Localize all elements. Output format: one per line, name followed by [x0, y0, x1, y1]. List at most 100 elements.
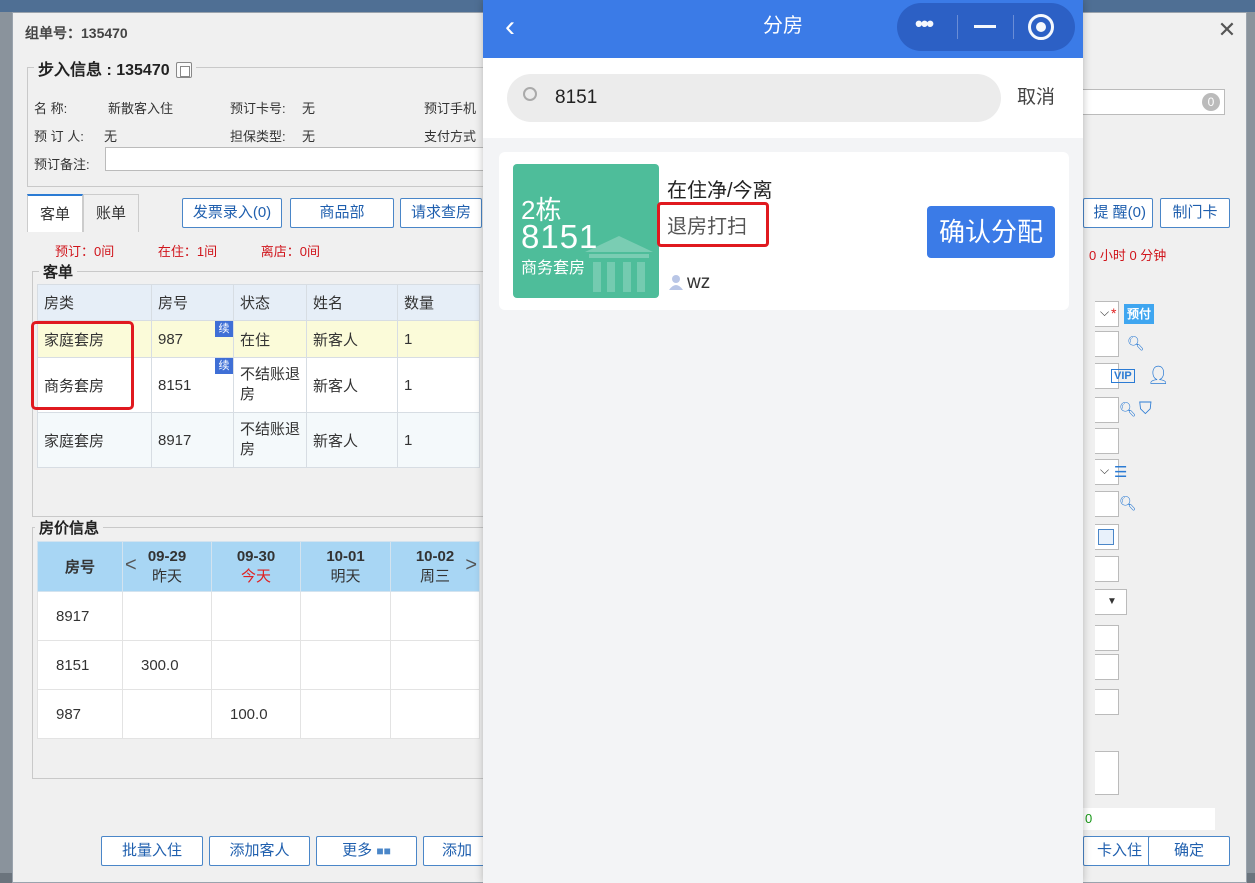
text-field[interactable] [1095, 625, 1119, 651]
tab-bill[interactable]: 账单 [83, 194, 139, 232]
price-panel-legend: 房价信息 [35, 517, 104, 538]
reminder-button[interactable]: 提 醒(0) [1083, 198, 1153, 228]
room-no-text: 987 [158, 330, 184, 348]
add-booking-button[interactable]: 添加预 [423, 836, 485, 866]
add-guest-button[interactable]: 添加客人 [209, 836, 310, 866]
building-icon [585, 236, 653, 292]
textarea-field[interactable] [1095, 751, 1119, 795]
price-row[interactable]: 987 100.0 [37, 689, 480, 739]
search-value: 8151 [555, 87, 598, 108]
room-type: 商务套房 [521, 260, 586, 277]
header-room-no: 房号 [37, 541, 123, 592]
day-label: 明天 [330, 567, 361, 585]
more-button[interactable]: 更多 ■■ [316, 836, 417, 866]
minimize-icon[interactable] [974, 25, 996, 28]
cell-qty: 1 [397, 320, 480, 358]
search-icon[interactable]: 🔍︎ [1119, 495, 1137, 512]
day-column-3: 10-02 周三 > [390, 541, 480, 592]
prepay-badge[interactable]: 预付 [1124, 304, 1155, 324]
confirm-assign-button[interactable]: 确认分配 [927, 206, 1055, 258]
goods-button[interactable]: 商品部 [290, 198, 394, 228]
price-cell: 300.0 [122, 640, 212, 690]
batch-checkin-button[interactable]: 批量入住 [101, 836, 203, 866]
count-left: 离店：0间 [260, 244, 320, 259]
tab-guest[interactable]: 客单 [27, 194, 83, 232]
user-icon [669, 274, 683, 290]
remark-label: 预订备注: [34, 157, 90, 172]
highlight-room-types [31, 321, 134, 410]
search-icon[interactable]: 🔍︎ [1119, 401, 1137, 418]
room-user: wz [669, 272, 710, 294]
search-icon[interactable]: 🔍︎ [1127, 335, 1145, 352]
day-date: 09-30 [236, 547, 276, 565]
more-label: 更多 [342, 842, 373, 859]
close-miniapp-icon[interactable] [1028, 14, 1054, 40]
header-name: 姓名 [306, 284, 398, 321]
close-miniapp-dot [1036, 22, 1046, 32]
more-dots-icon[interactable]: ••• [915, 11, 934, 37]
search-field-right[interactable]: 0 [1083, 89, 1225, 115]
copy-icon[interactable] [175, 62, 192, 78]
shield-user-icon[interactable]: ⛉ [1139, 399, 1152, 419]
dialog-title: 组单号：135470 [25, 25, 128, 41]
checkout-request-button[interactable]: 请求查房 [400, 198, 482, 228]
room-tile: 2栋 8151 商务套房 [513, 164, 659, 298]
cancel-search-button[interactable]: 取消 [1017, 74, 1055, 122]
header-status: 状态 [233, 284, 307, 321]
phone-label: 预订手机 [424, 101, 477, 116]
chevron-down-icon: ⌵ [1100, 463, 1110, 477]
room-user-name: wz [687, 272, 711, 293]
next-day-icon[interactable]: > [465, 554, 477, 577]
cell-status: 不结账退房 [233, 357, 307, 413]
guarantee-value: 无 [302, 129, 316, 144]
cell-room-no: 8917 [151, 412, 234, 468]
list-search-icon[interactable]: ☰ [1114, 463, 1127, 481]
cell-name: 新客人 [306, 412, 398, 468]
invoice-button[interactable]: 发票录入(0) [182, 198, 282, 228]
text-field[interactable] [1095, 491, 1119, 517]
table-row[interactable]: 家庭套房 8917 不结账退房 新客人 1 [37, 412, 480, 468]
price-room-no: 8151 [37, 640, 123, 690]
cell-room-no: 8151 续 [151, 357, 234, 413]
summary-value: 0 [1085, 811, 1093, 826]
text-field[interactable] [1095, 331, 1119, 357]
add-user-icon[interactable]: 👤︎ [1147, 365, 1170, 386]
date-field[interactable] [1095, 524, 1119, 550]
prev-day-icon[interactable]: < [125, 554, 137, 577]
price-cell [300, 640, 391, 690]
price-row[interactable]: 8151 300.0 [37, 640, 480, 690]
count-badge: 0 [1202, 93, 1220, 111]
day-date: 10-01 [326, 547, 365, 565]
renew-badge[interactable]: 续 [215, 358, 233, 374]
room-search-input[interactable]: 8151 [507, 74, 1001, 122]
remark-input[interactable] [105, 147, 485, 171]
search-area: 8151 取消 [483, 58, 1083, 138]
make-card-button[interactable]: 制门卡 [1160, 198, 1230, 228]
text-field[interactable] [1095, 428, 1119, 454]
price-room-no: 8917 [37, 591, 123, 641]
calendar-icon[interactable] [1098, 529, 1114, 545]
price-row[interactable]: 8917 [37, 591, 480, 641]
price-cell [211, 591, 301, 641]
vip-icon[interactable]: VIP [1111, 369, 1135, 383]
text-field[interactable] [1095, 556, 1119, 582]
booker-label: 预 订 人: [34, 129, 84, 144]
card-checkin-button[interactable]: 卡入住 [1083, 836, 1153, 866]
text-field[interactable] [1095, 397, 1119, 423]
room-card[interactable]: 2栋 8151 商务套房 在住净/今离 退房打扫 wz 确认分配 [499, 152, 1069, 310]
step-info-title: 步入信息 : 135470 [38, 62, 170, 79]
text-field[interactable] [1095, 654, 1119, 680]
renew-badge[interactable]: 续 [215, 321, 233, 337]
ok-button[interactable]: 确定 [1148, 836, 1230, 866]
day-column-2: 10-01 明天 [300, 541, 391, 592]
header-room-type: 房类 [37, 284, 152, 321]
step-info-legend: 步入信息 : 135470 [34, 56, 196, 80]
day-column-0: < 09-29 昨天 [122, 541, 212, 592]
card-value: 无 [302, 101, 316, 116]
select-field[interactable]: ▼ [1095, 589, 1127, 615]
text-field[interactable] [1095, 689, 1119, 715]
close-icon[interactable]: ✕ [1216, 19, 1238, 41]
price-cell [122, 689, 212, 739]
booker-value: 无 [104, 129, 118, 144]
price-cell: 100.0 [211, 689, 301, 739]
